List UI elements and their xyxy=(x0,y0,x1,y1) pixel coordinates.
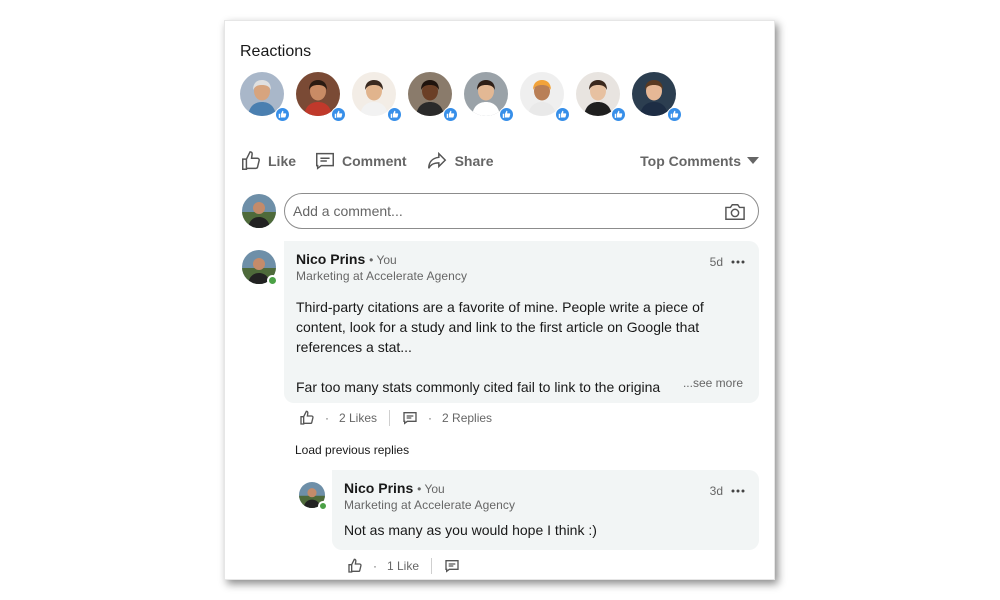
reactions-comments-card: Reactions Like Comment Share Top Comment… xyxy=(224,20,775,580)
reply-text: Not as many as you would hope I think :) xyxy=(344,522,597,538)
divider xyxy=(431,558,433,574)
more-options-icon[interactable] xyxy=(731,489,745,493)
you-tag: • You xyxy=(417,482,445,496)
online-status-dot xyxy=(318,501,328,511)
separator-dot: · xyxy=(373,559,377,573)
reply-social-row: · 1 Like xyxy=(347,558,460,574)
reply-author-name[interactable]: Nico Prins xyxy=(344,480,413,496)
reply-icon[interactable] xyxy=(444,558,460,574)
reply-comment: Nico Prins • You Marketing at Accelerate… xyxy=(225,21,774,579)
reply-age: 3d xyxy=(709,484,723,498)
like-reply-icon[interactable] xyxy=(347,558,363,574)
reply-author-line: Nico Prins • You xyxy=(344,480,747,496)
reply-author-headline: Marketing at Accelerate Agency xyxy=(344,498,516,512)
reply-likes-count[interactable]: 1 Like xyxy=(387,559,419,573)
reply-author-avatar[interactable] xyxy=(299,482,328,511)
reply-meta: 3d xyxy=(710,484,745,498)
reply-bubble: Nico Prins • You Marketing at Accelerate… xyxy=(332,470,759,550)
